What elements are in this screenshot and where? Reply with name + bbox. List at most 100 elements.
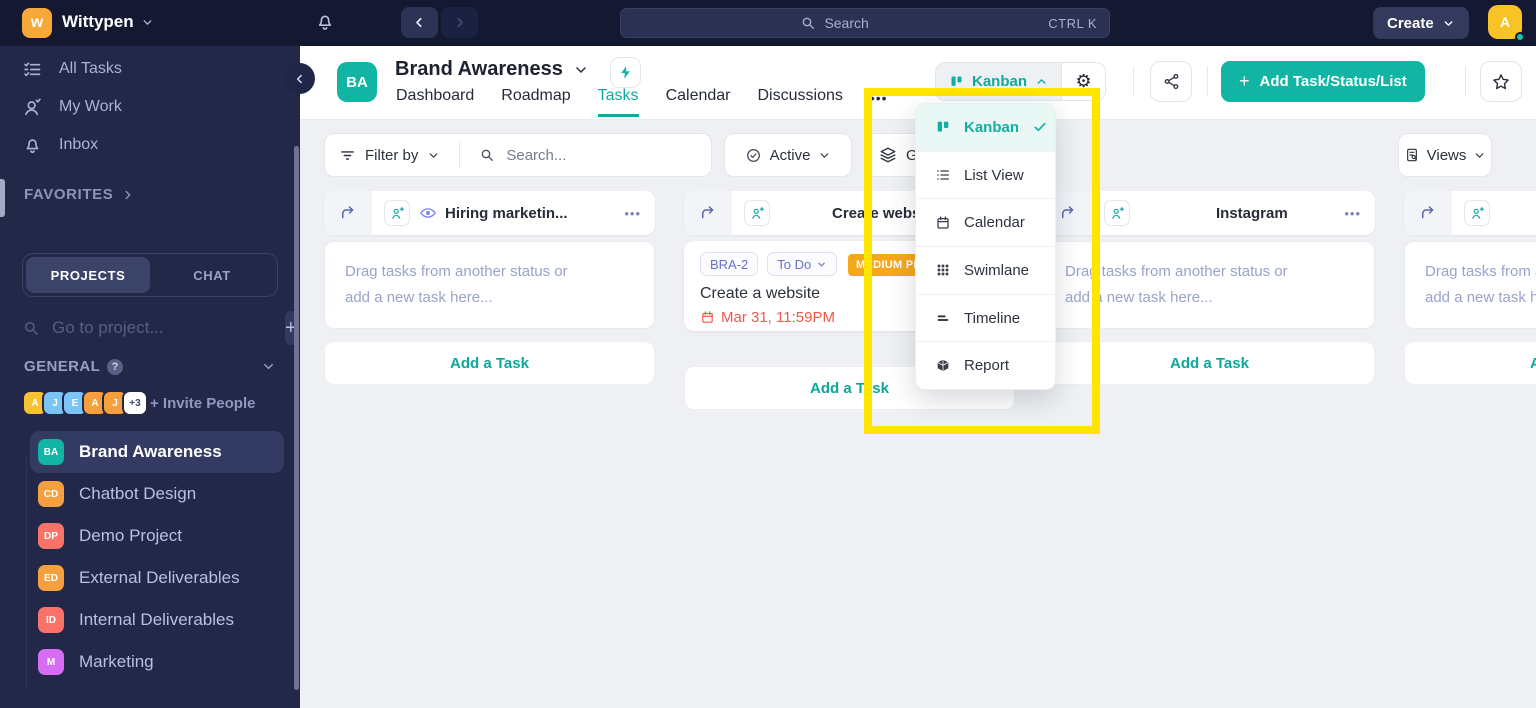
- workspace-switcher[interactable]: Wittypen: [62, 12, 154, 32]
- menu-item-kanban[interactable]: Kanban: [916, 104, 1055, 151]
- task-id-badge: BRA-2: [700, 252, 759, 276]
- help-icon[interactable]: ?: [107, 358, 124, 375]
- back-button[interactable]: [401, 7, 438, 38]
- menu-item-report[interactable]: Report: [916, 341, 1055, 389]
- favorites-section-toggle[interactable]: FAVORITES: [24, 186, 135, 203]
- menu-item-label: Report: [964, 357, 1010, 375]
- tab-discussions[interactable]: Discussions: [758, 87, 843, 117]
- project-tabs: Dashboard Roadmap Tasks Calendar Discuss…: [396, 87, 888, 117]
- sidebar-collapse-button[interactable]: [284, 63, 315, 94]
- divider: [1133, 66, 1134, 96]
- share-button[interactable]: [1150, 61, 1192, 102]
- star-icon: [1493, 73, 1509, 89]
- sidebar: All Tasks My Work Inbox FAVORITES PROJEC…: [0, 46, 300, 708]
- assign-people-button[interactable]: [744, 200, 770, 226]
- sidebar-project-chatbot-design[interactable]: CD Chatbot Design: [30, 473, 284, 515]
- column-forward-zone[interactable]: [1404, 191, 1452, 235]
- tab-dashboard[interactable]: Dashboard: [396, 87, 474, 117]
- project-search-row: +: [22, 310, 297, 346]
- project-icon: DP: [38, 523, 64, 549]
- workspace-logo[interactable]: w: [22, 8, 52, 38]
- column-menu-button[interactable]: •••: [624, 206, 641, 221]
- automation-button[interactable]: [610, 57, 641, 88]
- menu-item-timeline[interactable]: Timeline: [916, 293, 1055, 342]
- placeholder-line: add a new task here...: [1065, 289, 1213, 306]
- add-task-status-list-button[interactable]: + Add Task/Status/List: [1221, 61, 1425, 102]
- filter-icon: [341, 150, 354, 160]
- user-avatar[interactable]: A: [1488, 5, 1525, 42]
- project-title-dropdown[interactable]: Brand Awareness: [395, 58, 589, 81]
- sidebar-project-demo-project[interactable]: DP Demo Project: [30, 515, 284, 557]
- sidebar-project-external-deliverables[interactable]: ED External Deliverables: [30, 557, 284, 599]
- search-icon: [803, 17, 815, 29]
- chevron-down-icon: [1476, 152, 1484, 158]
- general-section-header[interactable]: GENERAL ?: [24, 358, 276, 375]
- sidebar-item-label: My Work: [59, 98, 122, 115]
- notifications-bell-icon[interactable]: [314, 11, 336, 33]
- sidebar-item-my-work[interactable]: My Work: [0, 88, 300, 126]
- forward-button[interactable]: [441, 7, 478, 38]
- project-name: Chatbot Design: [79, 484, 197, 503]
- sidebar-scrollbar[interactable]: [294, 146, 299, 690]
- sidebar-item-label: Inbox: [59, 136, 99, 153]
- person-add-icon: [1111, 206, 1124, 219]
- column-header-hiring[interactable]: Hiring marketin... •••: [324, 191, 655, 235]
- person-add-icon: [1471, 206, 1484, 219]
- sidebar-item-label: All Tasks: [59, 60, 122, 77]
- app-window: w Wittypen Search CTRL K Create A All Ta…: [0, 0, 1536, 708]
- filter-by-button[interactable]: Filter by: [365, 147, 418, 164]
- column-menu-button[interactable]: •••: [1344, 206, 1361, 221]
- menu-item-label: Swimlane: [964, 261, 1030, 279]
- add-task-button[interactable]: Add a Task: [324, 341, 655, 385]
- watch-eye-icon[interactable]: [419, 204, 437, 222]
- share-icon: [1164, 73, 1178, 90]
- avatar-initial: A: [1499, 14, 1511, 30]
- chevron-up-icon: [1037, 79, 1046, 84]
- status-filter-label: Active: [769, 146, 811, 164]
- task-status-dropdown[interactable]: To Do: [767, 252, 838, 276]
- chevron-left-icon: [296, 74, 302, 83]
- project-search-input[interactable]: [50, 317, 275, 339]
- global-search-input[interactable]: Search CTRL K: [620, 8, 1110, 38]
- project-icon: CD: [38, 481, 64, 507]
- lightning-icon: [621, 66, 630, 79]
- create-button[interactable]: Create: [1373, 7, 1469, 39]
- tab-calendar[interactable]: Calendar: [666, 87, 731, 117]
- column-forward-zone[interactable]: [324, 191, 372, 235]
- grid-icon: [935, 262, 951, 278]
- task-search-input[interactable]: [504, 145, 675, 165]
- assign-people-button[interactable]: [1464, 200, 1490, 226]
- status-filter-button[interactable]: Active: [724, 133, 852, 177]
- status-label: To Do: [777, 256, 812, 272]
- column-header-4[interactable]: [1404, 191, 1536, 235]
- menu-item-list-view[interactable]: List View: [916, 150, 1055, 199]
- add-task-button[interactable]: Add a Task: [1404, 341, 1536, 385]
- sidebar-project-brand-awareness[interactable]: BA Brand Awareness: [30, 431, 284, 473]
- chevron-down-icon: [576, 66, 586, 73]
- member-avatar-stack[interactable]: A J E A J +3: [22, 390, 148, 416]
- views-button[interactable]: Views: [1398, 133, 1492, 177]
- sidebar-item-inbox[interactable]: Inbox: [0, 126, 300, 164]
- circle-check-icon: [746, 148, 760, 162]
- menu-item-swimlane[interactable]: Swimlane: [916, 246, 1055, 294]
- project-name: External Deliverables: [79, 568, 240, 587]
- filter-search-pill: Filter by: [324, 133, 712, 177]
- sidebar-project-internal-deliverables[interactable]: ID Internal Deliverables: [30, 599, 284, 641]
- tab-tasks[interactable]: Tasks: [597, 87, 639, 117]
- drag-placeholder: Drag tasks from another status or add a …: [324, 241, 655, 329]
- person-add-icon: [751, 206, 764, 219]
- favorite-star-button[interactable]: [1480, 61, 1522, 102]
- sidebar-item-all-tasks[interactable]: All Tasks: [0, 50, 300, 88]
- column-forward-zone[interactable]: [684, 191, 732, 235]
- chevron-down-icon: [143, 19, 152, 25]
- sidebar-project-marketing[interactable]: M Marketing: [30, 641, 284, 683]
- assign-people-button[interactable]: [1104, 200, 1130, 226]
- tab-roadmap[interactable]: Roadmap: [501, 87, 570, 117]
- assign-people-button[interactable]: [384, 200, 410, 226]
- tab-projects[interactable]: PROJECTS: [26, 257, 150, 293]
- user-check-icon: [25, 98, 41, 115]
- placeholder-line: Drag tasks from another status or: [1065, 263, 1288, 280]
- tab-chat[interactable]: CHAT: [150, 257, 274, 293]
- menu-item-calendar[interactable]: Calendar: [916, 198, 1055, 246]
- invite-people-button[interactable]: + Invite People: [150, 395, 255, 412]
